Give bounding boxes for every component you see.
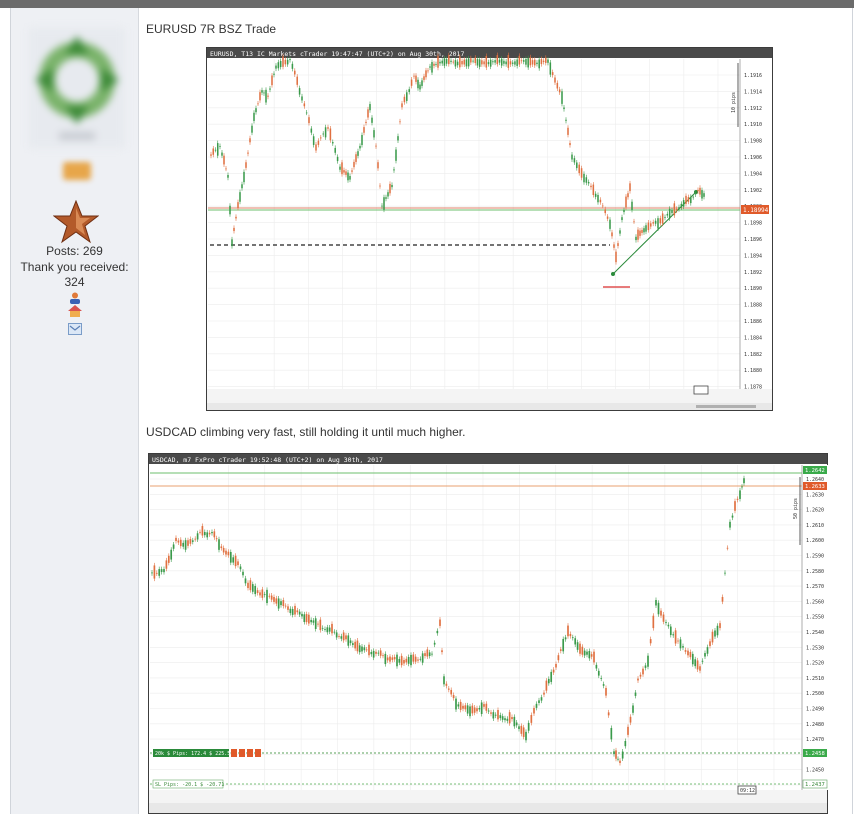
c2-ytick-label: 1.2520 [806,661,824,667]
c1-ytick-label: 1.1908 [744,139,762,145]
c2-ytick-label: 1.2500 [806,691,824,697]
c2-ytick-label: 1.2610 [806,523,824,529]
post-count: Posts: 269 [46,244,103,258]
c1-ytick-label: 1.1896 [744,237,762,243]
chart2-price-tag: 1.2633 [805,484,825,490]
chart2-sl-tag: 1.2437 [805,782,825,788]
c1-ytick-label: 1.1906 [744,155,762,161]
c2-ytick-label: 1.2570 [806,584,824,590]
thanks-received: Thank you received: 324 [11,260,138,290]
c2-ytick-label: 1.2480 [806,722,824,728]
chart2-tp-tag: 1.2642 [805,468,825,474]
post-text-2: USDCAD climbing very fast, still holding… [146,425,466,439]
c1-ytick-label: 1.1912 [744,106,762,112]
c2-ytick-label: 1.2560 [806,599,824,605]
c1-ytick-label: 1.1902 [744,188,762,194]
chart2-modify-icon[interactable] [239,749,245,757]
chart2-entry-tag: 1.2458 [805,751,825,757]
chart2-close-icon[interactable] [231,749,237,757]
c1-ytick-label: 1.1892 [744,270,762,276]
thanks-count: 324 [64,275,85,289]
c1-ytick-label: 1.1914 [744,89,762,95]
c1-ytick-label: 1.1882 [744,352,762,358]
c1-ytick-label: 1.1880 [744,368,762,374]
profile-icon[interactable] [68,292,82,304]
author-sidebar: Posts: 269 Thank you received: 324 [11,8,139,814]
c2-ytick-label: 1.2540 [806,630,824,636]
c2-ytick-label: 1.2620 [806,508,824,514]
usdcad-chart-image[interactable]: USDCAD, m7 FxPro cTrader 19:52:48 (UTC+2… [148,453,828,814]
rank-star-icon [53,200,99,244]
thanks-label: Thank you received: [20,260,129,274]
message-icon[interactable] [67,323,82,335]
chart1-scrollbar[interactable] [696,405,756,408]
post-header-bar [0,0,854,8]
home-icon[interactable] [67,305,82,317]
post-border-right [852,8,853,814]
c1-ytick-label: 1.1916 [744,73,762,79]
chart2-double-icon[interactable] [255,749,261,757]
rank-badge [63,162,91,180]
chart1-price-tag: 1.18994 [743,207,769,214]
author-actions [11,292,138,335]
c2-ytick-label: 1.2600 [806,538,824,544]
c2-ytick-label: 1.2590 [806,554,824,560]
chart2-header: USDCAD, m7 FxPro cTrader 19:52:48 (UTC+2… [152,456,383,464]
c1-ytick-label: 1.1898 [744,221,762,227]
c1-ytick-label: 1.1884 [744,335,762,341]
c1-ytick-label: 1.1904 [744,171,762,177]
post-text-1: EURUSD 7R BSZ Trade [146,22,277,36]
svg-text:SL Pips: -20.1 $ -20.71: SL Pips: -20.1 $ -20.71 [155,782,224,788]
c2-ytick-label: 1.2630 [806,492,824,498]
chart2-pips-label: 50 pips [793,498,799,519]
c2-ytick-label: 1.2450 [806,768,824,774]
eurusd-chart-image[interactable]: EURUSD, T13 IC Markets cTrader 19:47:47 … [206,47,773,411]
chart2-reverse-icon[interactable] [247,749,253,757]
c1-ytick-label: 1.1894 [744,253,762,259]
chart2-price-axis: 1.26401.26301.26201.26101.26001.25901.25… [806,477,824,789]
avatar[interactable] [29,28,125,148]
c1-ytick-label: 1.1888 [744,303,762,309]
chart1-header: EURUSD, T13 IC Markets cTrader 19:47:47 … [210,50,464,58]
c2-ytick-label: 1.2490 [806,707,824,713]
chart1-pips-label: 10 pips [731,92,737,113]
c1-ytick-label: 1.1910 [744,122,762,128]
svg-text:09:12: 09:12 [740,788,755,794]
c2-ytick-label: 1.2510 [806,676,824,682]
svg-text:20k $ Pips: 172.4 $ 225.50: 20k $ Pips: 172.4 $ 225.50 [155,751,233,757]
c2-ytick-label: 1.2470 [806,737,824,743]
c2-ytick-label: 1.2550 [806,615,824,621]
c1-ytick-label: 1.1886 [744,319,762,325]
c1-ytick-label: 1.1890 [744,286,762,292]
c2-ytick-label: 1.2580 [806,569,824,575]
c2-ytick-label: 1.2530 [806,645,824,651]
